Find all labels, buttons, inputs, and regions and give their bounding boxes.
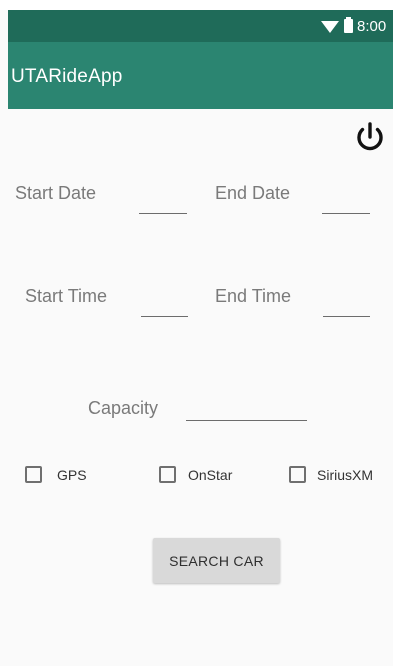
- capacity-label: Capacity: [88, 398, 159, 418]
- wifi-icon: [321, 21, 339, 33]
- gps-label: GPS: [57, 467, 87, 483]
- end-time-field[interactable]: [323, 294, 370, 317]
- end-date-field[interactable]: [322, 191, 370, 214]
- start-time-label: Start Time: [25, 286, 108, 306]
- end-date-label: End Date: [215, 183, 291, 203]
- status-time: 8:00: [357, 18, 387, 35]
- siriusxm-label: SiriusXM: [317, 467, 374, 483]
- battery-icon: [344, 17, 353, 33]
- gps-checkbox[interactable]: [25, 466, 42, 483]
- search-car-button[interactable]: SEARCH CAR: [153, 538, 280, 583]
- start-time-field[interactable]: [141, 294, 188, 317]
- capacity-field[interactable]: [186, 398, 307, 421]
- onstar-label: OnStar: [188, 467, 233, 483]
- power-icon: [357, 122, 383, 151]
- siriusxm-checkbox[interactable]: [289, 466, 306, 483]
- app-bar: UTARideApp: [8, 42, 393, 109]
- power-button[interactable]: [353, 119, 387, 157]
- top-strip: [0, 0, 393, 10]
- end-time-label: End Time: [215, 286, 292, 306]
- app-screen: 8:00 UTARideApp Start Date End Date Star…: [0, 0, 393, 666]
- start-date-label: Start Date: [15, 183, 97, 203]
- status-bar: 8:00: [8, 10, 393, 42]
- app-title: UTARideApp: [11, 66, 123, 87]
- start-date-field[interactable]: [139, 191, 187, 214]
- onstar-checkbox[interactable]: [159, 466, 176, 483]
